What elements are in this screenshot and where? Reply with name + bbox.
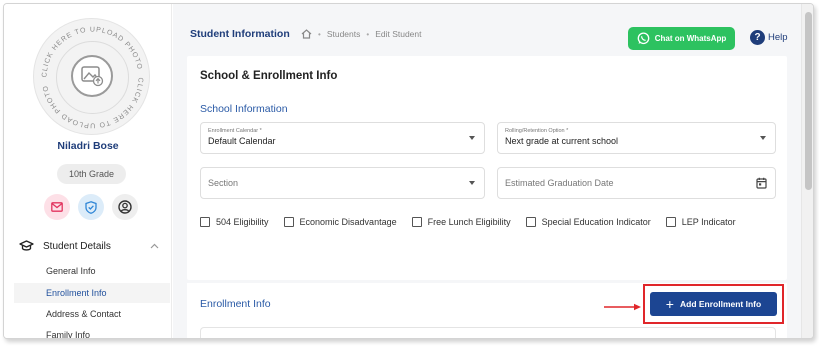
checkbox-box[interactable] [411,217,422,227]
student-name: Niladri Bose [57,140,119,152]
rolling-retention-label: Rolling/Retention Option * [505,128,569,134]
scrollbar[interactable] [801,4,813,338]
add-enrollment-label: Add Enrollment Info [679,299,762,309]
plus-icon: + [665,295,674,312]
shield-button[interactable] [78,194,104,220]
add-enrollment-info-button[interactable]: + Add Enrollment Info [650,292,777,316]
page-title: Student Information [190,28,290,40]
school-enrollment-card: School & Enrollment Info School Informat… [187,56,787,280]
user-circle-icon [118,200,132,214]
breadcrumb-edit-student: Edit Student [375,29,422,39]
photo-upload[interactable]: CLICK HERE TO UPLOAD PHOTO CLICK HERE TO… [33,18,150,135]
eligibility-checkboxes: 504 Eligibility Economic Disadvantage Fr… [200,217,751,227]
help-label: Help [768,32,788,43]
caret-down-icon [469,181,475,185]
checkbox-504-eligibility[interactable]: 504 Eligibility [200,217,269,227]
rolling-retention-value: Next grade at current school [505,136,619,146]
nav-section-student-details[interactable]: Student Details [19,237,159,255]
whatsapp-label: Chat on WhatsApp [654,34,727,43]
checkbox-economic-disadvantage[interactable]: Economic Disadvantage [283,217,397,227]
grade-badge: 10th Grade [57,164,126,184]
breadcrumb-separator: • [366,29,370,39]
image-upload-icon [71,55,113,97]
checkbox-box[interactable] [283,217,294,227]
chevron-up-icon[interactable] [150,243,159,249]
help-icon: ? [750,30,765,45]
graduation-cap-icon [19,240,34,251]
whatsapp-chat-button[interactable]: Chat on WhatsApp [628,27,735,50]
section-select[interactable]: Section [200,167,485,199]
main-content: Student Information • Students • Edit St… [173,4,801,338]
sidebar-item-address-contact[interactable]: Address & Contact [14,304,170,324]
annotation-arrow-icon [604,303,641,311]
caret-down-icon [469,136,475,140]
enrollment-calendar-label: Enrollment Calendar * [208,128,262,134]
nav-section-label: Student Details [43,240,111,252]
section-placeholder: Section [208,178,239,188]
breadcrumb: • Students • Edit Student [301,29,422,39]
rolling-retention-select[interactable]: Rolling/Retention Option * Next grade at… [497,122,776,154]
checkbox-label: 504 Eligibility [216,217,269,227]
caret-down-icon [760,136,766,140]
breadcrumb-students[interactable]: Students [327,29,361,39]
sidebar-item-general-info[interactable]: General Info [14,261,170,281]
calendar-icon[interactable] [756,177,767,189]
checkbox-special-education[interactable]: Special Education Indicator [525,217,651,227]
mail-icon [51,202,63,212]
enrollment-info-heading: Enrollment Info [200,298,271,310]
graduation-date-placeholder: Estimated Graduation Date [505,178,614,188]
sidebar: CLICK HERE TO UPLOAD PHOTO CLICK HERE TO… [4,4,172,338]
graduation-date-field[interactable]: Estimated Graduation Date [497,167,776,199]
enrollment-calendar-select[interactable]: Enrollment Calendar * Default Calendar [200,122,485,154]
school-information-heading: School Information [200,103,288,115]
mail-button[interactable] [44,194,70,220]
enrollment-list-container [200,327,776,338]
shield-check-icon [85,200,97,214]
enrollment-calendar-value: Default Calendar [208,136,276,146]
checkbox-label: LEP Indicator [681,217,736,227]
help-link[interactable]: ? Help [750,30,788,45]
scrollbar-thumb[interactable] [805,12,812,190]
checkbox-label: Free Lunch Eligibility [427,217,511,227]
checkbox-box[interactable] [525,217,536,227]
checkbox-box[interactable] [200,217,210,227]
checkbox-label: Special Education Indicator [541,217,651,227]
checkbox-lep-indicator[interactable]: LEP Indicator [665,217,736,227]
enrollment-info-card: Enrollment Info + Add Enrollment Info [187,283,787,338]
breadcrumb-separator: • [318,29,321,39]
sidebar-item-family-info[interactable]: Family Info [14,325,170,338]
profile-button[interactable] [112,194,138,220]
checkbox-box[interactable] [665,217,676,227]
card-title: School & Enrollment Info [200,70,338,82]
home-icon[interactable] [301,29,312,39]
page-header: Student Information • Students • Edit St… [173,20,801,50]
checkbox-label: Economic Disadvantage [299,217,397,227]
sidebar-item-enrollment-info[interactable]: Enrollment Info [14,283,170,303]
app-window: CLICK HERE TO UPLOAD PHOTO CLICK HERE TO… [3,3,814,339]
checkbox-free-lunch-eligibility[interactable]: Free Lunch Eligibility [411,217,511,227]
whatsapp-icon [637,32,650,45]
